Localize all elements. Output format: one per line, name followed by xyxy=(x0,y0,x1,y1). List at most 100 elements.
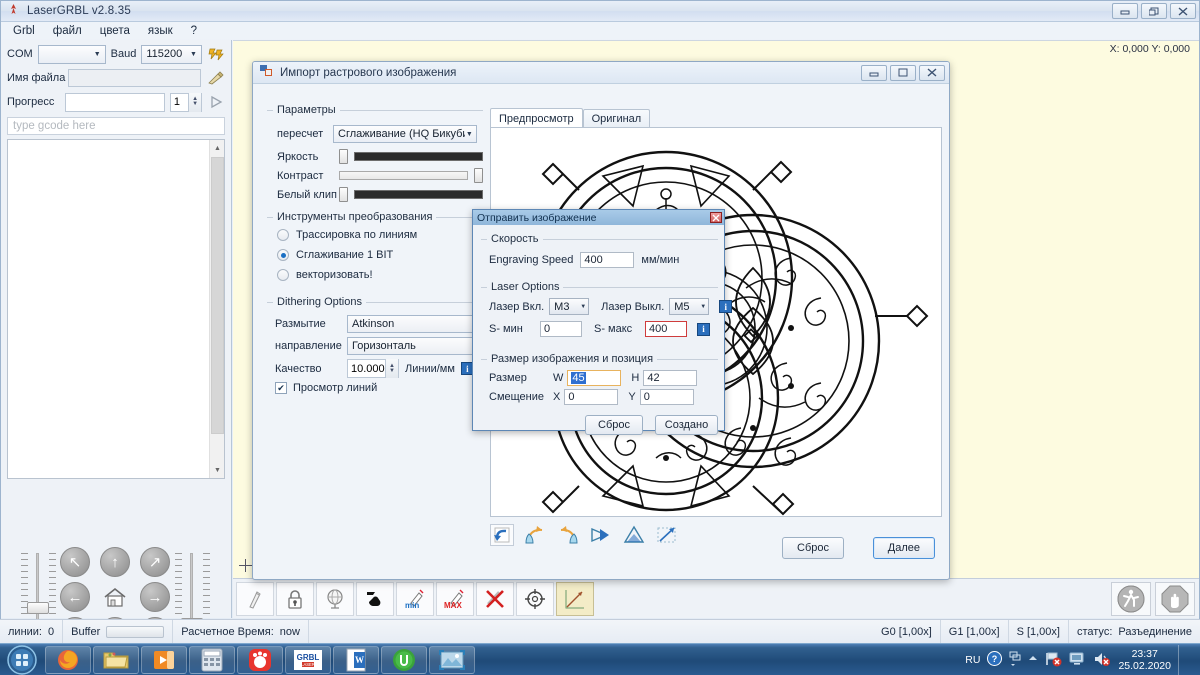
flag-icon[interactable] xyxy=(1045,651,1062,670)
laser-min-icon[interactable]: min xyxy=(396,582,434,616)
laser-max-icon[interactable]: MAX xyxy=(436,582,474,616)
filename-field[interactable] xyxy=(68,69,201,87)
stepper-arrows-icon[interactable]: ▲▼ xyxy=(385,359,398,378)
target-icon[interactable] xyxy=(516,582,554,616)
media-player-icon[interactable] xyxy=(141,646,187,674)
radio-vectorize[interactable]: векторизовать! xyxy=(277,269,373,281)
menu-item-colors[interactable]: цвета xyxy=(100,25,130,37)
firefox-icon[interactable] xyxy=(45,646,91,674)
scroll-down-icon[interactable]: ▼ xyxy=(210,462,225,478)
import-reset-button[interactable]: Сброс xyxy=(782,537,844,559)
checkbox-icon[interactable]: ✔ xyxy=(275,382,287,394)
crop-icon[interactable] xyxy=(655,524,679,546)
open-file-icon[interactable] xyxy=(206,69,225,88)
utorrent-icon[interactable] xyxy=(381,646,427,674)
connect-icon[interactable] xyxy=(207,45,225,64)
laser-info-icon[interactable]: i xyxy=(719,300,732,313)
menu-item-help[interactable]: ? xyxy=(191,25,197,37)
jog-up-left-button[interactable]: ↖ xyxy=(60,547,90,577)
gom-player-icon[interactable] xyxy=(237,646,283,674)
import-close-button[interactable] xyxy=(919,65,945,81)
import-next-button[interactable]: Далее xyxy=(873,537,935,559)
brightness-slider-track[interactable] xyxy=(354,152,483,161)
contrast-slider-knob[interactable] xyxy=(474,168,483,183)
radio-line-tracing[interactable]: Трассировка по линиям xyxy=(277,229,417,241)
import-maximize-button[interactable] xyxy=(890,65,916,81)
tab-original[interactable]: Оригинал xyxy=(583,109,651,127)
rotate-right-icon[interactable] xyxy=(556,524,580,546)
preview-lines-checkbox[interactable]: ✔ Просмотр линий xyxy=(275,382,377,394)
word-icon[interactable]: W xyxy=(333,646,379,674)
quality-stepper[interactable]: 10.000 ▲▼ xyxy=(347,359,399,378)
clock[interactable]: 23:37 25.02.2020 xyxy=(1118,648,1171,672)
close-button[interactable] xyxy=(1170,3,1196,19)
radio-icon[interactable] xyxy=(277,249,289,261)
jog-home-button[interactable] xyxy=(100,582,130,612)
hand-pointer-icon[interactable] xyxy=(356,582,394,616)
run-icon[interactable] xyxy=(1111,582,1151,616)
rotate-left-icon[interactable] xyxy=(523,524,547,546)
show-hidden-icons-icon[interactable] xyxy=(1009,651,1021,670)
show-desktop-button[interactable] xyxy=(1178,645,1186,675)
gcode-list[interactable]: ▲ ▼ xyxy=(7,139,225,479)
photo-viewer-icon[interactable] xyxy=(429,646,475,674)
whiteclip-slider-knob[interactable] xyxy=(339,187,348,202)
smin-input[interactable]: 0 xyxy=(540,321,582,337)
start-orb-icon[interactable] xyxy=(0,645,44,675)
scroll-up-icon[interactable]: ▲ xyxy=(210,140,225,156)
contrast-slider-track[interactable] xyxy=(339,171,468,180)
stop-hand-icon[interactable] xyxy=(1155,582,1195,616)
jog-right-button[interactable]: → xyxy=(140,582,170,612)
cancel-icon[interactable] xyxy=(476,582,514,616)
radio-dithering-1bit[interactable]: Сглаживание 1 BIT xyxy=(277,249,393,261)
lock-icon[interactable] xyxy=(276,582,314,616)
repeat-stepper[interactable]: 1 ▲▼ xyxy=(170,93,202,112)
menu-item-language[interactable]: язык xyxy=(148,25,173,37)
explorer-icon[interactable] xyxy=(93,646,139,674)
offset-x-input[interactable]: 0 xyxy=(564,389,618,405)
gcode-input[interactable]: type gcode here xyxy=(7,117,225,135)
brightness-slider-knob[interactable] xyxy=(339,149,348,164)
com-port-select[interactable]: ▼ xyxy=(38,45,106,64)
globe-icon[interactable] xyxy=(316,582,354,616)
direction-select[interactable]: Горизонталь ▼ xyxy=(347,337,483,355)
baud-select[interactable]: 115200 ▼ xyxy=(141,45,202,64)
scrollbar-thumb[interactable] xyxy=(211,157,224,434)
jog-up-button[interactable]: ↑ xyxy=(100,547,130,577)
smax-info-icon[interactable]: i xyxy=(697,323,710,336)
flip-vertical-icon[interactable] xyxy=(622,524,646,546)
volume-muted-icon[interactable] xyxy=(1093,651,1111,670)
laser-off-select[interactable]: M5 ▼ xyxy=(669,298,709,315)
help-icon[interactable]: ? xyxy=(987,651,1002,669)
revert-icon[interactable] xyxy=(490,524,514,546)
jog-up-right-button[interactable]: ↗ xyxy=(140,547,170,577)
whiteclip-slider-track[interactable] xyxy=(354,190,483,199)
radio-icon[interactable] xyxy=(277,229,289,241)
flip-horizontal-icon[interactable] xyxy=(589,524,613,546)
vector-icon[interactable] xyxy=(556,582,594,616)
smax-input[interactable]: 400 xyxy=(645,321,687,337)
gcode-list-scrollbar[interactable]: ▲ ▼ xyxy=(209,140,224,478)
send-dialog-close-button[interactable] xyxy=(710,212,722,223)
tab-preview[interactable]: Предпросмотр xyxy=(490,108,583,128)
offset-y-input[interactable]: 0 xyxy=(640,389,694,405)
jog-left-button[interactable]: ← xyxy=(60,582,90,612)
menu-item-grbl[interactable]: Grbl xyxy=(13,25,35,37)
import-minimize-button[interactable] xyxy=(861,65,887,81)
tray-language[interactable]: RU xyxy=(965,654,980,666)
unlock-icon[interactable] xyxy=(236,582,274,616)
height-input[interactable]: 42 xyxy=(643,370,697,386)
laser-on-select[interactable]: M3 ▼ xyxy=(549,298,589,315)
width-input[interactable]: 45 xyxy=(567,370,621,386)
calculator-icon[interactable] xyxy=(189,646,235,674)
expand-tray-icon[interactable] xyxy=(1028,654,1038,666)
blur-select[interactable]: Atkinson ▼ xyxy=(347,315,483,333)
minimize-button[interactable] xyxy=(1112,3,1138,19)
send-create-button[interactable]: Создано xyxy=(655,415,718,435)
maximize-button[interactable] xyxy=(1141,3,1167,19)
engraving-speed-input[interactable]: 400 xyxy=(580,252,634,268)
stepper-arrows-icon[interactable]: ▲▼ xyxy=(188,93,201,112)
play-button[interactable] xyxy=(207,93,225,112)
lasergrbl-icon[interactable]: GRBLLASER xyxy=(285,646,331,674)
radio-icon[interactable] xyxy=(277,269,289,281)
